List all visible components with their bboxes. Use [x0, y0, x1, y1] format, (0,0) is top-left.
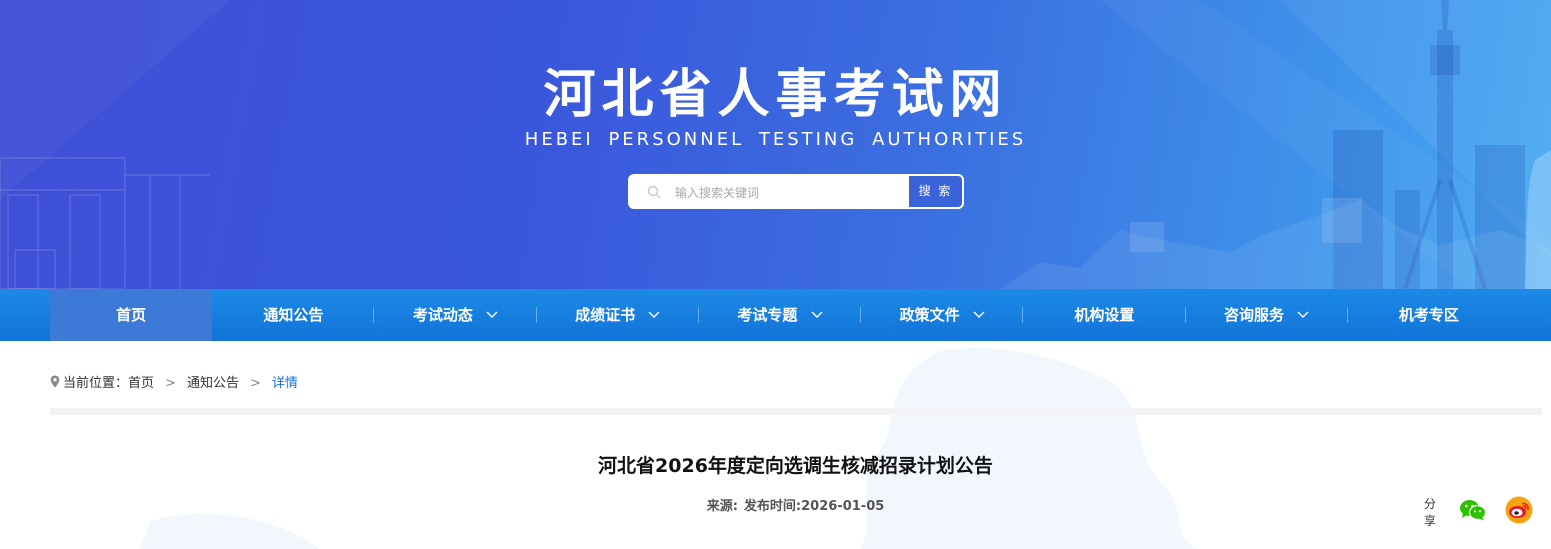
breadcrumb-separator: > [165, 376, 176, 391]
article-title: 河北省2026年度定向选调生核减招录计划公告 [598, 455, 993, 477]
nav-item-exam-news[interactable]: 考试动态 [374, 288, 537, 341]
nav-item-home[interactable]: 首页 [50, 289, 213, 341]
nav-item-label: 机考专区 [1398, 306, 1459, 324]
search-input[interactable] [673, 176, 907, 209]
wechat-icon[interactable] [1459, 499, 1487, 525]
location-pin-icon [50, 375, 60, 395]
nav-item-label: 机构设置 [1074, 306, 1135, 324]
nav-item-label: 咨询服务 [1224, 306, 1285, 324]
chevron-down-icon [811, 288, 823, 340]
content-background [0, 341, 1551, 549]
nav-item-label: 通知公告 [263, 306, 324, 324]
source-label: 来源: [706, 499, 738, 514]
header-banner: 河北省人事考试网 HEBEI PERSONNEL TESTING AUTHORI… [0, 0, 1551, 289]
search-icon [647, 184, 661, 203]
share-bar: 分享 [1424, 496, 1551, 528]
nav-item-label: 考试专题 [737, 306, 798, 324]
nav-item-computer-exam[interactable]: 机考专区 [1348, 289, 1510, 341]
main-nav: 首页 通知公告 考试动态 成绩证书 考试专题 政策文件 机构设置 咨询服务 机考… [0, 289, 1551, 341]
nav-item-label: 考试动态 [412, 306, 473, 324]
nav-item-label: 政策文件 [899, 306, 960, 324]
chevron-down-icon [648, 288, 660, 340]
chevron-down-icon [486, 288, 498, 340]
published-date: 2026-01-05 [801, 499, 885, 514]
nav-item-label: 首页 [116, 306, 147, 324]
site-title: 河北省人事考试网 [543, 65, 1008, 125]
breadcrumb: 当前位置： 首页 > 通知公告 > 详情 [50, 374, 298, 394]
breadcrumb-item-notices[interactable]: 通知公告 [187, 374, 239, 394]
nav-item-exam-topics[interactable]: 考试专题 [699, 288, 862, 341]
breadcrumb-item-home[interactable]: 首页 [128, 374, 154, 394]
breadcrumb-separator: > [249, 376, 261, 391]
divider [50, 408, 1542, 415]
nav-item-organization[interactable]: 机构设置 [1023, 289, 1186, 341]
share-label: 分享 [1424, 497, 1437, 528]
chevron-down-icon [1297, 288, 1309, 340]
search-box: 搜 索 [628, 174, 964, 209]
nav-item-policy-documents[interactable]: 政策文件 [861, 288, 1024, 341]
nav-item-scores-certificates[interactable]: 成绩证书 [537, 289, 699, 341]
weibo-icon[interactable] [1505, 496, 1533, 528]
nav-item-label: 成绩证书 [575, 306, 636, 324]
search-button[interactable]: 搜 索 [908, 175, 963, 208]
chevron-down-icon [973, 288, 985, 340]
site-subtitle: HEBEI PERSONNEL TESTING AUTHORITIES [524, 129, 1027, 150]
article-meta: 来源: 发布时间:2026-01-05 [0, 497, 1551, 517]
breadcrumb-item-current: 详情 [271, 376, 298, 391]
breadcrumb-prefix: 当前位置： [63, 376, 129, 391]
map-watermark [140, 347, 1200, 549]
published-label: 发布时间: [743, 499, 802, 514]
nav-item-notices[interactable]: 通知公告 [212, 289, 375, 341]
nav-item-consulting[interactable]: 咨询服务 [1186, 289, 1348, 341]
